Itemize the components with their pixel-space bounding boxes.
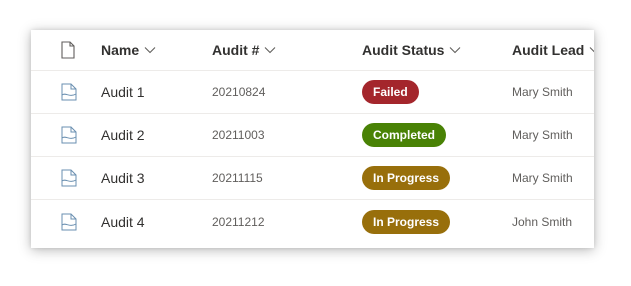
column-header-name-label: Name bbox=[101, 42, 140, 58]
page-icon bbox=[61, 213, 77, 230]
table-row[interactable]: Audit 4 20211212 In Progress John Smith bbox=[31, 200, 594, 243]
chevron-down-icon bbox=[265, 47, 276, 54]
status-badge: Failed bbox=[362, 80, 419, 104]
row-type-cell bbox=[61, 71, 81, 113]
table-row[interactable]: Audit 1 20210824 Failed Mary Smith bbox=[31, 71, 594, 114]
row-audit-lead: John Smith bbox=[512, 214, 573, 229]
row-name[interactable]: Audit 2 bbox=[101, 127, 145, 143]
row-audit-number: 20211212 bbox=[212, 214, 265, 229]
row-audit-lead: Mary Smith bbox=[512, 128, 573, 142]
column-header-audit-number[interactable]: Audit # bbox=[212, 30, 342, 70]
column-header-audit-lead[interactable]: Audit Lead bbox=[512, 30, 594, 70]
row-audit-lead: Mary Smith bbox=[512, 171, 573, 185]
page-icon bbox=[61, 83, 77, 101]
column-header-audit-status[interactable]: Audit Status bbox=[362, 30, 502, 70]
status-badge: Completed bbox=[362, 123, 447, 147]
table-row[interactable]: Audit 2 20211003 Completed Mary Smith bbox=[31, 114, 594, 157]
chevron-down-icon bbox=[450, 47, 461, 54]
column-header-row: Name Audit # Audit Status Audit Lead bbox=[31, 30, 594, 71]
document-icon bbox=[61, 41, 75, 59]
row-audit-number: 20211115 bbox=[212, 171, 263, 185]
status-badge: In Progress bbox=[362, 209, 451, 234]
column-header-audit-number-label: Audit # bbox=[212, 42, 260, 58]
page-icon bbox=[61, 126, 77, 144]
row-audit-lead: Mary Smith bbox=[512, 85, 573, 99]
column-header-type[interactable] bbox=[61, 30, 81, 70]
page-icon bbox=[61, 169, 77, 187]
row-name[interactable]: Audit 4 bbox=[101, 214, 145, 230]
row-type-cell bbox=[61, 114, 81, 156]
status-badge: In Progress bbox=[362, 166, 451, 190]
column-header-name[interactable]: Name bbox=[101, 30, 201, 70]
chevron-down-icon bbox=[589, 47, 594, 52]
table-row[interactable]: Audit 3 20211115 In Progress Mary Smith bbox=[31, 157, 594, 200]
row-audit-number: 20211003 bbox=[212, 128, 265, 142]
column-header-audit-lead-label: Audit Lead bbox=[512, 42, 585, 58]
audit-list: Name Audit # Audit Status Audit Lead Aud… bbox=[31, 30, 594, 248]
chevron-down-icon bbox=[144, 47, 156, 54]
row-audit-number: 20210824 bbox=[212, 85, 266, 99]
row-name[interactable]: Audit 3 bbox=[101, 170, 145, 186]
row-type-cell bbox=[61, 157, 81, 199]
row-name[interactable]: Audit 1 bbox=[101, 84, 145, 100]
column-header-audit-status-label: Audit Status bbox=[362, 42, 445, 58]
row-type-cell bbox=[61, 200, 81, 243]
